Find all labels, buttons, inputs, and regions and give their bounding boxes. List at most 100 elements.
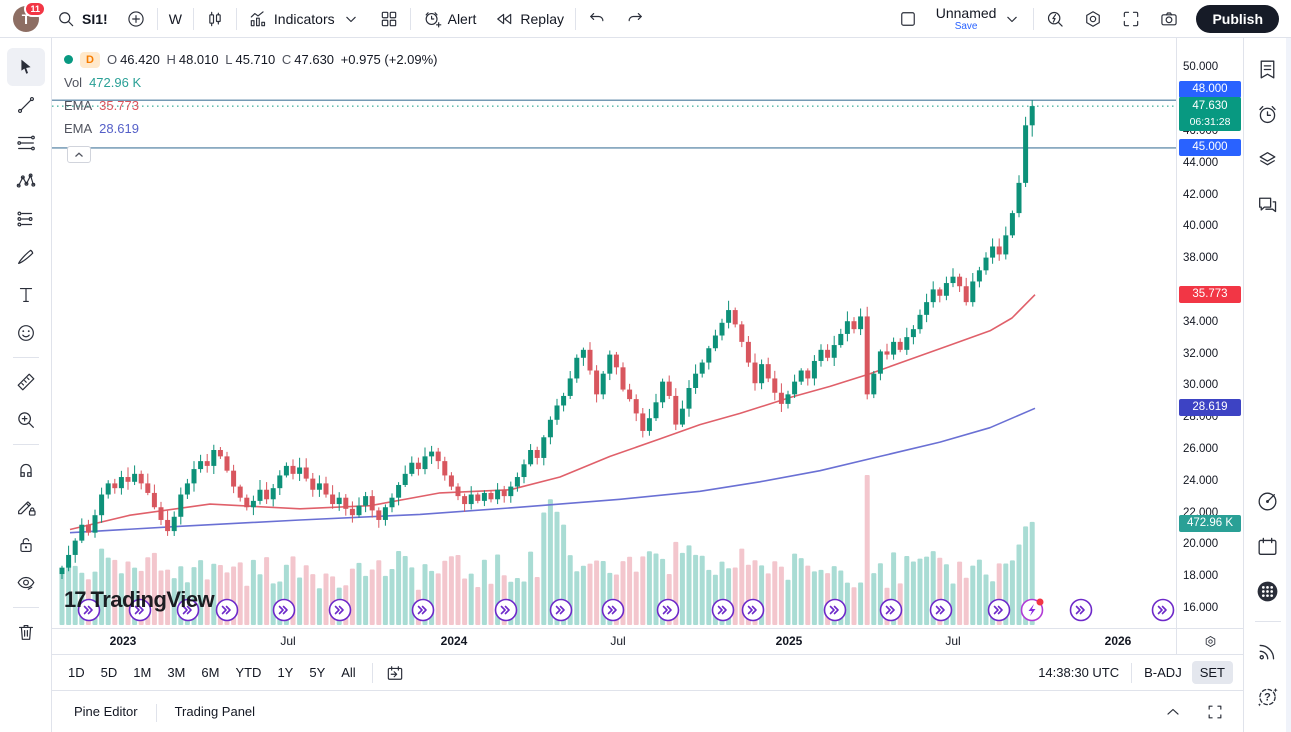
panel-collapse-button[interactable] — [1159, 698, 1187, 726]
bar-countdown: 06:31:28 — [1179, 114, 1241, 130]
time-axis[interactable]: 2023Jul2024Jul2025Jul2026 — [52, 628, 1176, 654]
price-axis[interactable]: 50.00046.00044.00042.00040.00038.00034.0… — [1176, 38, 1243, 628]
quick-search-button[interactable] — [1036, 0, 1074, 37]
search-icon — [56, 9, 76, 29]
range-ytd-button[interactable]: YTD — [228, 661, 268, 684]
range-5y-button[interactable]: 5Y — [302, 661, 332, 684]
chart-settings-button[interactable] — [1074, 0, 1112, 37]
contract-rollover-marker[interactable] — [330, 600, 351, 621]
compare-add-button[interactable] — [117, 0, 155, 37]
range-5d-button[interactable]: 5D — [94, 661, 125, 684]
clock-utc[interactable]: 14:38:30 UTC — [1038, 665, 1119, 680]
range-3m-button[interactable]: 3M — [160, 661, 192, 684]
axis-settings-corner[interactable] — [1176, 628, 1243, 654]
scrollbar-strip[interactable] — [1286, 38, 1291, 732]
object-tree-sidebar-button[interactable] — [1249, 140, 1287, 178]
forecast-icon — [15, 208, 37, 230]
legend-collapse-button[interactable] — [67, 146, 91, 163]
ruler-tool-button[interactable] — [7, 363, 45, 401]
alert-button[interactable]: Alert — [413, 0, 486, 37]
range-1d-button[interactable]: 1D — [61, 661, 92, 684]
watchlist-sidebar-button[interactable] — [1249, 50, 1287, 88]
publish-button[interactable]: Publish — [1196, 5, 1279, 33]
range-all-button[interactable]: All — [334, 661, 362, 684]
drawing-lock-tool-button[interactable] — [7, 488, 45, 526]
contract-rollover-marker[interactable] — [881, 600, 902, 621]
range-1m-button[interactable]: 1M — [126, 661, 158, 684]
session-toggle[interactable]: SET — [1192, 661, 1233, 684]
contract-rollover-marker[interactable] — [658, 600, 679, 621]
go-to-date-button[interactable] — [381, 655, 409, 690]
price-axis-label: 30.000 — [1183, 379, 1218, 391]
tab-pine-editor[interactable]: Pine Editor — [70, 698, 142, 725]
legend-symbol-row: D O46.420 H48.010 L45.710 C47.630 +0.975… — [64, 48, 441, 71]
contract-rollover-marker[interactable] — [1153, 600, 1174, 621]
contract-rollover-marker[interactable] — [79, 600, 100, 621]
cursor-tool-button[interactable] — [7, 48, 45, 86]
lock-all-tool-button[interactable] — [7, 526, 45, 564]
price-badge: 472.96 K — [1179, 515, 1241, 532]
contract-rollover-marker[interactable] — [1071, 600, 1092, 621]
chart-type-button[interactable] — [196, 0, 234, 37]
xabcd-pattern-tool-button[interactable] — [7, 162, 45, 200]
alerts-sidebar-button[interactable] — [1249, 95, 1287, 133]
range-toolbar: 1D5D1M3M6MYTD1Y5YAll 14:38:30 UTC B-ADJ … — [52, 654, 1243, 690]
tab-trading-panel[interactable]: Trading Panel — [171, 698, 259, 725]
snapshot-button[interactable] — [1150, 0, 1188, 37]
contract-rollover-marker[interactable] — [825, 600, 846, 621]
replay-button[interactable]: Replay — [485, 0, 573, 37]
range-1y-button[interactable]: 1Y — [270, 661, 300, 684]
indicator-templates-button[interactable] — [370, 0, 408, 37]
ruler-icon — [15, 371, 37, 393]
fullscreen-button[interactable] — [1112, 0, 1150, 37]
zoom-in-tool-button[interactable] — [7, 401, 45, 439]
news-flash-marker[interactable] — [1022, 599, 1044, 621]
contract-rollover-marker[interactable] — [496, 600, 517, 621]
adjustment-toggle[interactable]: B-ADJ — [1144, 665, 1182, 680]
all-apps-sidebar-button[interactable] — [1249, 572, 1287, 610]
help-sidebar-button[interactable]: ? — [1249, 677, 1287, 715]
undo-button[interactable] — [578, 0, 616, 37]
trend-line-tool-button[interactable] — [7, 86, 45, 124]
chart-pane[interactable]: D O46.420 H48.010 L45.710 C47.630 +0.975… — [52, 38, 1176, 628]
symbol-search-button[interactable]: SI1! — [47, 0, 117, 37]
brush-tool-button[interactable] — [7, 238, 45, 276]
contract-rollover-marker[interactable] — [413, 600, 434, 621]
fib-retracement-tool-button[interactable] — [7, 124, 45, 162]
hide-drawings-tool-button[interactable] — [7, 564, 45, 602]
contract-rollover-marker[interactable] — [130, 600, 151, 621]
layout-select-button[interactable] — [889, 0, 927, 37]
contract-rollover-marker[interactable] — [713, 600, 734, 621]
magnet-tool-button[interactable] — [7, 450, 45, 488]
drawing-lock-icon — [15, 496, 37, 518]
contract-rollover-marker[interactable] — [178, 600, 199, 621]
emoji-tool-button[interactable] — [7, 314, 45, 352]
range-6m-button[interactable]: 6M — [194, 661, 226, 684]
layout-name-button[interactable]: Unnamed Save — [927, 0, 1032, 37]
redo-button[interactable] — [616, 0, 654, 37]
economic-calendar-sidebar-button[interactable] — [1249, 527, 1287, 565]
notification-badge: 11 — [24, 1, 46, 17]
toolbar-divider — [13, 607, 39, 608]
contract-rollover-marker[interactable] — [931, 600, 952, 621]
axis-gear-icon[interactable] — [1203, 634, 1218, 649]
forecast-tool-button[interactable] — [7, 200, 45, 238]
stock-screener-sidebar-button[interactable] — [1249, 482, 1287, 520]
contract-rollover-marker[interactable] — [217, 600, 238, 621]
alert-clock-icon — [422, 9, 442, 29]
remove-all-tool-button[interactable] — [7, 613, 45, 651]
user-avatar[interactable]: T 11 — [13, 6, 39, 32]
indicators-button[interactable]: Indicators — [239, 0, 370, 37]
interval-button[interactable]: W — [160, 0, 191, 37]
contract-rollover-marker[interactable] — [743, 600, 764, 621]
save-link[interactable]: Save — [955, 22, 978, 32]
price-axis-label: 18.000 — [1183, 570, 1218, 582]
chat-sidebar-button[interactable] — [1249, 185, 1287, 223]
contract-rollover-marker[interactable] — [603, 600, 624, 621]
contract-rollover-marker[interactable] — [274, 600, 295, 621]
contract-rollover-marker[interactable] — [551, 600, 572, 621]
broadcast-sidebar-button[interactable] — [1249, 632, 1287, 670]
contract-rollover-marker[interactable] — [989, 600, 1010, 621]
panel-maximize-button[interactable] — [1201, 698, 1229, 726]
text-tool-button[interactable] — [7, 276, 45, 314]
